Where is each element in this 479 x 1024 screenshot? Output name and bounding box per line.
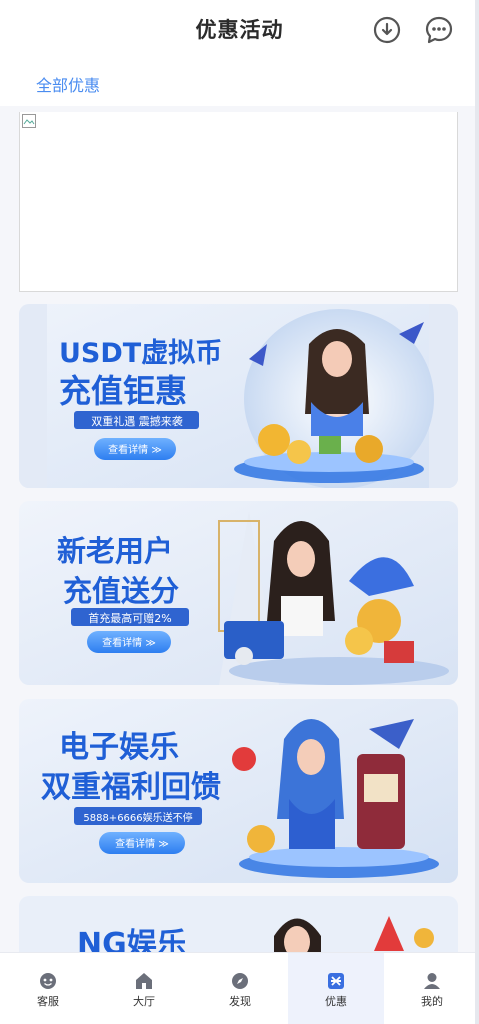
- nav-label-lobby: 大厅: [133, 995, 155, 1008]
- tab-all-promotions[interactable]: 全部优惠: [36, 72, 100, 96]
- promo-title-2: 新老用户: [57, 534, 173, 568]
- promo-banner-usdt: USDT虚拟币 充值钜惠 双重礼遇 震撼来袭 查看详情 ≫: [19, 304, 458, 488]
- promotions-page: 优惠活动 全部优惠 USDT虚拟币 充值钜惠 双重礼遇 震撼来袭 查看详情 ≫ …: [0, 0, 479, 1024]
- filter-tabs: 全部优惠: [0, 58, 479, 106]
- nav-item-customer-service[interactable]: 客服: [0, 953, 96, 1024]
- nav-item-lobby[interactable]: 大厅: [96, 953, 192, 1024]
- nav-item-promotions[interactable]: 优惠: [288, 953, 384, 1024]
- promo-banner-new-users: 新老用户 充值送分 首充最高可赠2% 查看详情 ≫: [19, 501, 458, 685]
- promo-button-label-3: 查看详情 ≫: [115, 837, 169, 850]
- promo-banner-electronic: 电子娱乐 双重福利回馈 5888+6666娱乐送不停 查看详情 ≫: [19, 699, 458, 883]
- download-circle-icon: [373, 16, 401, 44]
- bottom-navigation: 客服 大厅 发现 优惠 我的: [0, 952, 479, 1024]
- promo-title-3: 电子娱乐: [59, 730, 179, 765]
- nav-label-mine: 我的: [421, 995, 443, 1008]
- promo-card-electronic[interactable]: 电子娱乐 双重福利回馈 5888+6666娱乐送不停 查看详情 ≫: [19, 699, 458, 883]
- promo-card-new-users[interactable]: 新老用户 充值送分 首充最高可赠2% 查看详情 ≫: [19, 501, 458, 685]
- promo-subtitle-1: 充值钜惠: [59, 372, 187, 410]
- promo-ribbon-3: 5888+6666娱乐送不停: [83, 811, 192, 824]
- download-button[interactable]: [373, 16, 401, 44]
- page-title: 优惠活动: [195, 18, 284, 42]
- promo-ribbon-2: 首充最高可赠2%: [88, 611, 171, 625]
- promo-title-1: USDT虚拟币: [59, 338, 222, 369]
- nav-label-discover: 发现: [229, 995, 251, 1008]
- promo-button-label-2: 查看详情 ≫: [102, 636, 156, 649]
- home-icon: [136, 973, 152, 989]
- promo-card-usdt[interactable]: USDT虚拟币 充值钜惠 双重礼遇 震撼来袭 查看详情 ≫: [19, 304, 458, 488]
- promo-card-ng[interactable]: NG娱乐: [19, 896, 458, 956]
- promo-banner-ng: NG娱乐: [19, 896, 458, 956]
- nav-label-promotions: 优惠: [325, 995, 347, 1008]
- nav-item-discover[interactable]: 发现: [192, 953, 288, 1024]
- promo-subtitle-3: 双重福利回馈: [41, 770, 221, 805]
- nav-label-customer-service: 客服: [37, 995, 59, 1008]
- promo-ribbon-1: 双重礼遇 震撼来袭: [91, 414, 183, 428]
- promo-button-label-1: 查看详情 ≫: [108, 443, 162, 456]
- page-scrollbar[interactable]: [475, 0, 479, 1024]
- chat-button[interactable]: [425, 16, 453, 44]
- customer-service-icon: [40, 973, 56, 989]
- chat-bubble-icon: [425, 16, 453, 44]
- discover-icon: [232, 973, 248, 989]
- broken-image-icon: [22, 114, 36, 128]
- gift-icon: [328, 973, 344, 989]
- top-header: 优惠活动: [0, 0, 479, 58]
- broken-banner-image[interactable]: [19, 112, 458, 292]
- nav-item-mine[interactable]: 我的: [384, 953, 479, 1024]
- promo-subtitle-2: 充值送分: [63, 574, 179, 608]
- user-icon: [424, 973, 440, 989]
